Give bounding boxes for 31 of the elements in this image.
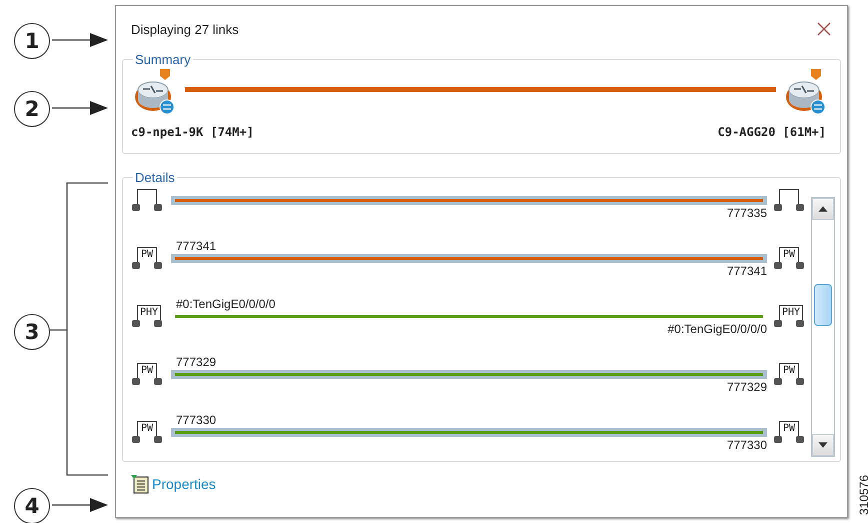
callout-arrow — [52, 33, 108, 47]
node-name: C9-AGG20 [61M+] — [718, 125, 826, 139]
link-label: 777341 — [175, 238, 218, 252]
callout-number: 1 — [14, 23, 50, 59]
callout-number: 2 — [14, 91, 50, 127]
scroll-thumb[interactable] — [814, 284, 832, 326]
endpoint-icon[interactable] — [773, 189, 805, 211]
endpoint-icon[interactable] — [131, 189, 163, 211]
callout-number: 3 — [14, 314, 50, 350]
link-label: 777330 — [726, 438, 767, 452]
link-label: 777330 — [175, 412, 218, 426]
scrollbar[interactable] — [811, 197, 835, 457]
figure-number: 310576 — [857, 474, 868, 516]
scroll-down-button[interactable] — [812, 434, 834, 456]
link-label: 777335 — [726, 206, 767, 220]
document-icon[interactable] — [130, 474, 150, 494]
link-label: 777329 — [726, 380, 767, 394]
node-name: c9-npe1-9K [74M+] — [131, 125, 254, 139]
group-legend: Details — [133, 170, 177, 185]
link-label: 777329 — [175, 354, 218, 368]
callout-arrow — [52, 498, 108, 512]
properties-link[interactable]: Properties — [152, 476, 216, 492]
group-legend: Summary — [133, 52, 193, 67]
link-label: #0:TenGigE0/0/0/0 — [175, 296, 276, 310]
callout-number: 4 — [14, 488, 50, 523]
link-label: #0:TenGigE0/0/0/0 — [668, 322, 767, 336]
callout-arrow — [52, 101, 108, 115]
scroll-up-button[interactable] — [812, 198, 834, 220]
link-label: 777341 — [726, 264, 767, 278]
close-icon[interactable] — [817, 22, 831, 36]
window-title: Displaying 27 links — [131, 22, 239, 36]
